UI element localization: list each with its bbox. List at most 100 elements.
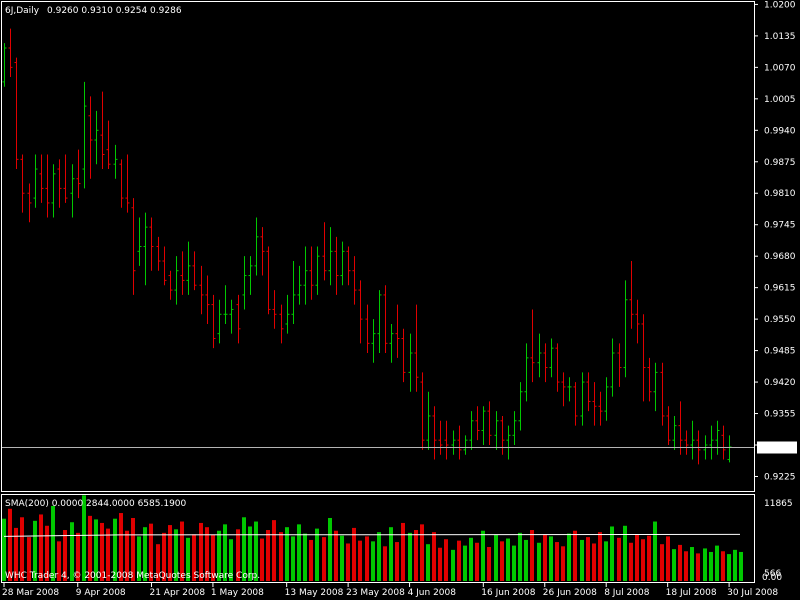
volume-bar xyxy=(617,537,621,581)
price-axis-label: 0.9875 xyxy=(764,158,796,168)
volume-bar xyxy=(524,539,528,581)
volume-bar xyxy=(272,520,276,581)
time-axis-label: 9 Apr 2008 xyxy=(76,588,126,598)
volume-bar xyxy=(365,536,369,581)
volume-bar xyxy=(315,528,319,581)
volume-bar xyxy=(641,539,645,581)
volume-bar xyxy=(647,535,651,581)
volume-bar xyxy=(457,540,461,581)
volume-bar xyxy=(51,505,55,581)
volume-bar xyxy=(684,551,688,581)
ohlc-values-label: 0.9260 0.9310 0.9254 0.9286 xyxy=(47,6,182,16)
volume-bar xyxy=(346,543,350,581)
volume-bar xyxy=(561,546,565,581)
volume-bar xyxy=(408,532,412,581)
price-axis-label: 0.9550 xyxy=(764,315,796,325)
volume-bar xyxy=(696,553,700,581)
volume-bar xyxy=(451,549,455,581)
volume-max-label: 11865 xyxy=(764,499,793,509)
volume-bar xyxy=(260,538,264,581)
volume-bar xyxy=(660,544,664,581)
volume-bar xyxy=(733,549,737,581)
volume-bar xyxy=(401,522,405,581)
price-axis-label: 0.9615 xyxy=(764,284,796,294)
volume-bar xyxy=(297,524,301,581)
volume-bar xyxy=(530,530,534,581)
volume-bar xyxy=(703,548,707,581)
volume-bar xyxy=(537,542,541,581)
price-axis-label: 1.0005 xyxy=(764,95,796,105)
volume-bar xyxy=(395,542,399,581)
volume-bar xyxy=(494,534,498,581)
volume-bar xyxy=(555,542,559,581)
volume-bar xyxy=(567,533,571,581)
current-price-label: 0.9286 xyxy=(762,444,794,454)
volume-bar xyxy=(586,537,590,581)
volume-bar xyxy=(432,532,436,581)
volume-bar xyxy=(549,536,553,581)
volume-bar xyxy=(666,536,670,581)
volume-bar xyxy=(352,527,356,581)
price-axis-label: 0.9940 xyxy=(764,126,796,136)
price-axis-label: 0.9485 xyxy=(764,347,796,357)
volume-bar xyxy=(573,530,577,581)
volume-bar xyxy=(383,546,387,581)
volume-bar xyxy=(635,534,639,581)
volume-bar xyxy=(438,547,442,581)
volume-bar xyxy=(690,547,694,581)
price-axis-label: 0.9420 xyxy=(764,378,796,388)
volume-bar xyxy=(334,530,338,581)
time-axis-label: 30 Jul 2008 xyxy=(727,588,778,598)
volume-bar xyxy=(709,551,713,581)
volume-bar xyxy=(414,530,418,581)
volume-bar xyxy=(580,539,584,581)
volume-bar xyxy=(715,545,719,581)
volume-bar xyxy=(721,551,725,581)
indicator-label: SMA(200) 0.0000 2844.0000 6585.1900 xyxy=(5,499,187,509)
volume-bar xyxy=(322,537,326,581)
volume-bar xyxy=(512,545,516,581)
volume-bar xyxy=(629,542,633,581)
volume-bar xyxy=(291,536,295,581)
time-axis-label: 21 Apr 2008 xyxy=(149,588,205,598)
volume-bar xyxy=(475,542,479,581)
price-axis-label: 0.9225 xyxy=(764,472,796,482)
time-axis-label: 13 May 2008 xyxy=(285,588,344,598)
volume-bar xyxy=(678,544,682,581)
volume-bar xyxy=(426,544,430,581)
time-axis-label: 23 May 2008 xyxy=(346,588,405,598)
symbol-timeframe-label: 6J,Daily xyxy=(5,6,40,16)
time-axis-label: 1 May 2008 xyxy=(211,588,264,598)
volume-bar xyxy=(463,545,467,581)
price-axis-label: 1.0200 xyxy=(764,0,796,10)
volume-bar xyxy=(487,547,491,581)
time-axis-label: 16 Jun 2008 xyxy=(481,588,535,598)
price-axis-label: 0.9355 xyxy=(764,410,796,420)
time-axis-label: 18 Jul 2008 xyxy=(666,588,717,598)
volume-bar xyxy=(543,534,547,581)
price-axis-label: 1.0070 xyxy=(764,63,796,73)
time-axis-label: 4 Jun 2008 xyxy=(408,588,457,598)
chart: 6J,Daily 0.9260 0.9310 0.9254 0.9286 SMA… xyxy=(0,0,800,600)
volume-bar xyxy=(469,537,473,581)
time-axis-label: 28 Mar 2008 xyxy=(2,588,59,598)
volume-bar xyxy=(481,530,485,581)
volume-bar xyxy=(592,543,596,581)
volume-bar xyxy=(328,517,332,581)
price-axis-label: 1.0135 xyxy=(764,32,796,42)
price-axis-label: 0.9745 xyxy=(764,221,796,231)
volume-bar xyxy=(653,521,657,581)
volume-bar xyxy=(506,538,510,581)
volume-zero-label: 0.00 xyxy=(762,573,782,583)
volume-bar xyxy=(303,533,307,581)
volume-bar xyxy=(598,532,602,581)
volume-bar xyxy=(389,527,393,581)
time-axis-label: 26 Jun 2008 xyxy=(543,588,597,598)
volume-bar xyxy=(309,539,313,581)
volume-bar xyxy=(371,541,375,581)
volume-bar xyxy=(377,532,381,581)
volume-bar xyxy=(340,535,344,581)
volume-bar xyxy=(672,549,676,581)
volume-bar xyxy=(444,539,448,581)
copyright-label: WHC Trader 4, © 2001-2008 MetaQuotes Sof… xyxy=(5,571,260,581)
